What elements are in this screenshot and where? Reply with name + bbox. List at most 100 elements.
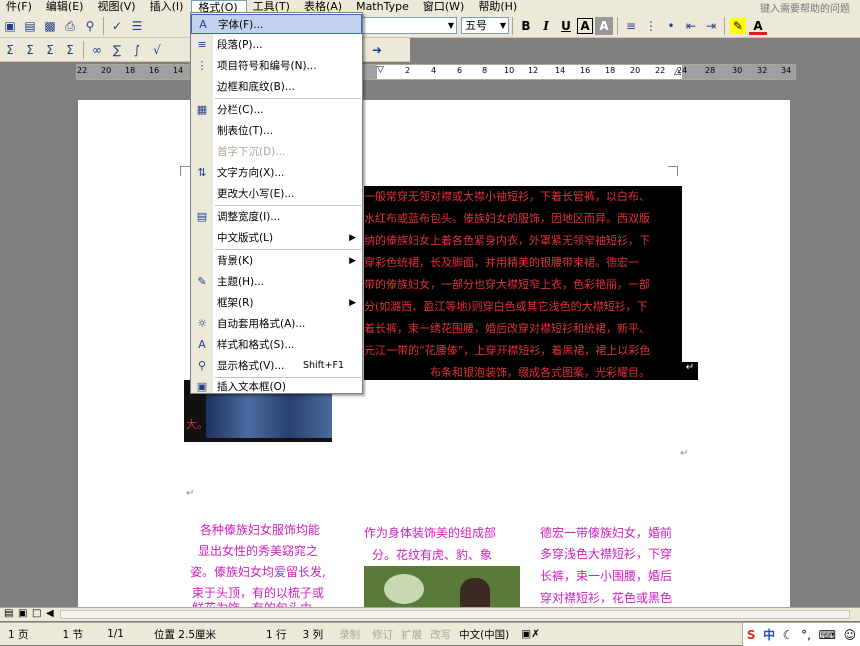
menu-item-asian-layout[interactable]: 中文版式(L) ▶ [191,228,362,248]
sum-icon[interactable]: Σ [62,42,78,58]
equation-icon[interactable]: ∞ [89,42,105,58]
menu-item-bullets[interactable]: ⋮ 项目符号和编号(N)... [191,56,362,76]
menu-file[interactable]: 件(F) [0,0,40,14]
menu-item-label: 制表位(T)... [217,125,274,137]
menu-item-paragraph[interactable]: ≡ 段落(P)... [191,35,362,55]
increase-indent-icon[interactable]: ⇥ [703,18,719,34]
menu-item-autoformat[interactable]: ☼ 自动套用格式(A)... [191,314,362,334]
horizontal-ruler[interactable]: 22 20 18 16 14 2 4 6 8 10 12 14 16 18 20… [76,64,796,80]
font-size-select[interactable]: 五号 ▼ [461,17,509,34]
col1-line: 各种傣族妇女服饰均能 [200,523,321,537]
chevron-down-icon: ▼ [447,21,454,30]
status-track-changes[interactable]: 修订 [368,627,397,642]
menu-item-label: 自动套用格式(A)... [217,318,306,330]
ruler-tick: 16 [149,66,160,75]
status-overtype[interactable]: 改写 [426,627,455,642]
equation-icon[interactable]: √ [149,42,165,58]
menu-edit[interactable]: 编辑(E) [40,0,92,14]
status-column: 3 列 [302,628,324,641]
font-color-button[interactable]: A [749,17,767,35]
ruler-tick: 14 [173,66,184,75]
bold-button[interactable]: B [517,17,535,35]
sum-icon[interactable]: Σ [2,42,18,58]
save-icon[interactable]: ▤ [22,18,38,34]
char-shading-button[interactable]: A [595,16,613,35]
scroll-left-icon[interactable]: ◀ [46,608,54,619]
styles-icon: A [198,338,206,351]
status-extend[interactable]: 扩展 [397,627,426,642]
print-icon[interactable]: ⎙ [62,18,78,34]
menu-item-background[interactable]: 背景(K) ▶ [191,251,362,271]
horizontal-scrollbar[interactable] [60,610,850,619]
spelling-icon[interactable]: ✓ [109,18,125,34]
text-line: 一般常穿无领对襟或大襟小袖短衫，下着长管裤，以白布、 [364,190,650,203]
print-view-icon[interactable]: □ [32,608,41,619]
help-search-input[interactable]: 键入需要帮助的问题 [760,0,850,15]
underline-button[interactable]: U [557,17,575,35]
moon-icon[interactable]: ☾ [783,628,794,642]
equation-icon[interactable]: ∫ [129,42,145,58]
menu-item-shortcut: Shift+F1 [302,360,344,371]
forward-arrow-icon[interactable]: ➜ [369,42,385,58]
menu-item-borders[interactable]: 边框和底纹(B)... [191,77,362,97]
sum-icon[interactable]: Σ [42,42,58,58]
menu-view[interactable]: 视图(V) [91,0,143,14]
menu-item-label: 项目符号和编号(N)... [217,60,317,72]
spelling-status-icon[interactable]: ▣✗ [513,628,548,640]
sogou-icon[interactable]: S [747,628,756,642]
embedded-photo[interactable] [364,566,520,608]
open-icon[interactable]: ▣ [2,18,18,34]
numbering-icon[interactable]: ⋮ [643,18,659,34]
menu-window[interactable]: 窗口(W) [417,0,472,14]
italic-button[interactable]: I [537,17,555,35]
research-icon[interactable]: ☰ [129,18,145,34]
punctuation-icon[interactable]: °, [801,628,811,642]
right-indent-marker-icon[interactable]: △ [674,67,681,77]
print-preview-icon[interactable]: ⚲ [82,18,98,34]
menu-item-frames[interactable]: 框架(R) ▶ [191,293,362,313]
permission-icon[interactable]: ▩ [42,18,58,34]
col1-line: 姿。傣族妇女均爱留长发, [190,565,326,579]
person-icon[interactable]: ☺ [844,628,857,642]
menu-item-insert-textbox[interactable]: ▣ 插入文本框(O) [191,377,362,397]
toolbar-separator [617,16,618,35]
menu-item-styles[interactable]: A 样式和格式(S)... [191,335,362,355]
indent-marker-icon[interactable]: ▽ [377,65,384,75]
text-line: 穿彩色统裙，长及脚面，并用精美的银腰带束裙。德宏一 [364,256,639,269]
menu-item-label: 主题(H)... [217,276,265,288]
keyboard-icon[interactable]: ⌨ [819,628,836,642]
submenu-arrow-icon: ▶ [349,256,356,266]
selected-text-block[interactable]: 一般常穿无领对襟或大襟小袖短衫，下着长管裤，以白布、 水红布或蓝布包头。傣族妇女… [364,186,682,380]
menu-item-fit-width[interactable]: ▤ 调整宽度(I)... [191,207,362,227]
toolbar-empty-area [410,38,860,62]
menu-help[interactable]: 帮助(H) [472,0,525,14]
menu-item-theme[interactable]: ✎ 主题(H)... [191,272,362,292]
menu-separator [215,98,361,99]
menu-item-change-case[interactable]: 更改大小写(E)... [191,184,362,204]
highlight-icon[interactable]: ✎ [730,17,746,34]
char-border-button[interactable]: A [577,17,593,34]
toolbar-separator [724,16,725,35]
ime-mode[interactable]: 中 [763,626,775,643]
menu-item-font[interactable]: A 字体(F)... [191,14,362,34]
status-record[interactable]: 录制 [331,627,368,642]
col3-line: 多穿浅色大襟短衫，下穿 [540,547,673,561]
menu-item-columns[interactable]: ▦ 分栏(C)... [191,100,362,120]
formatting-toolbar: ▣ ▤ ▩ ⎙ ⚲ ✓ ☰ + 天蓝▼ 五号▼ B I U A A ≡ ⋮ • … [0,14,860,38]
decrease-indent-icon[interactable]: ⇤ [683,18,699,34]
menu-item-tabs[interactable]: 制表位(T)... [191,121,362,141]
align-justify-icon[interactable]: ≡ [623,18,639,34]
menu-item-reveal-format[interactable]: ⚲ 显示格式(V)... Shift+F1 [191,356,362,376]
status-language[interactable]: 中文(中国) [455,627,513,642]
sum-icon[interactable]: Σ [22,42,38,58]
col3-line: 德宏一带傣族妇女，婚前 [540,526,673,540]
normal-view-icon[interactable]: ▤ [4,608,13,619]
web-view-icon[interactable]: ▣ [18,608,27,619]
menu-insert[interactable]: 插入(I) [144,0,192,14]
menu-item-drop-cap: 首字下沉(D)... [191,142,362,162]
bullets-icon[interactable]: • [663,18,679,34]
menu-item-text-direction[interactable]: ⇅ 文字方向(X)... [191,163,362,183]
equation-icon[interactable]: ∑ [109,42,125,58]
ruler-tick: 8 [482,66,488,75]
ruler-tick: 22 [77,66,88,75]
